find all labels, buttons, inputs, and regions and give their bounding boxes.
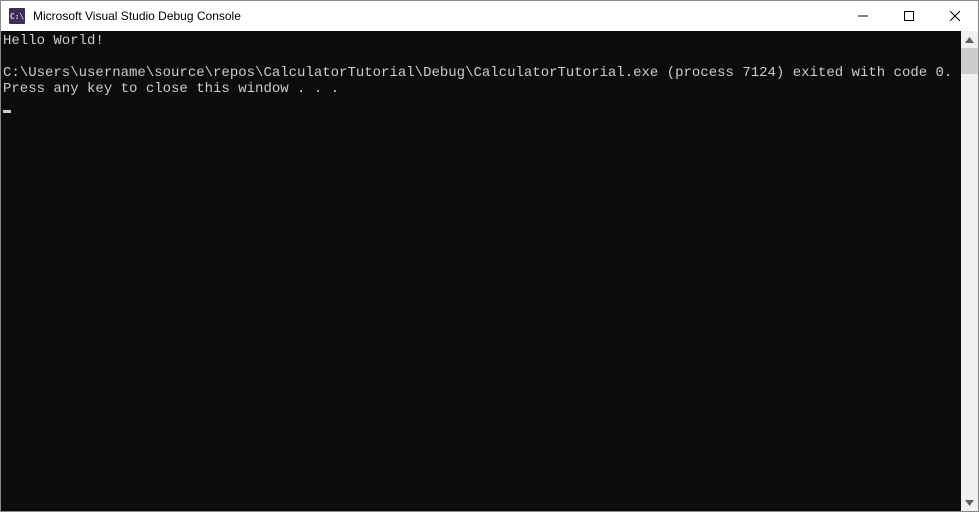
titlebar[interactable]: C:\ Microsoft Visual Studio Debug Consol… [1, 1, 978, 31]
console-line: C:\Users\username\source\repos\Calculato… [3, 65, 952, 81]
console-area: Hello World! C:\Users\username\source\re… [1, 31, 978, 511]
console-line: Press any key to close this window . . . [3, 81, 339, 97]
console-output[interactable]: Hello World! C:\Users\username\source\re… [1, 31, 961, 511]
app-icon: C:\ [9, 8, 25, 24]
console-line: Hello World! [3, 33, 104, 49]
window-controls [840, 1, 978, 31]
close-button[interactable] [932, 1, 978, 31]
maximize-button[interactable] [886, 1, 932, 31]
window-title: Microsoft Visual Studio Debug Console [33, 9, 840, 23]
scroll-down-button[interactable] [961, 494, 978, 511]
scrollbar-track[interactable] [961, 48, 978, 494]
minimize-button[interactable] [840, 1, 886, 31]
scroll-up-button[interactable] [961, 31, 978, 48]
scrollbar-thumb[interactable] [961, 48, 978, 74]
vertical-scrollbar[interactable] [961, 31, 978, 511]
cursor [3, 110, 11, 113]
